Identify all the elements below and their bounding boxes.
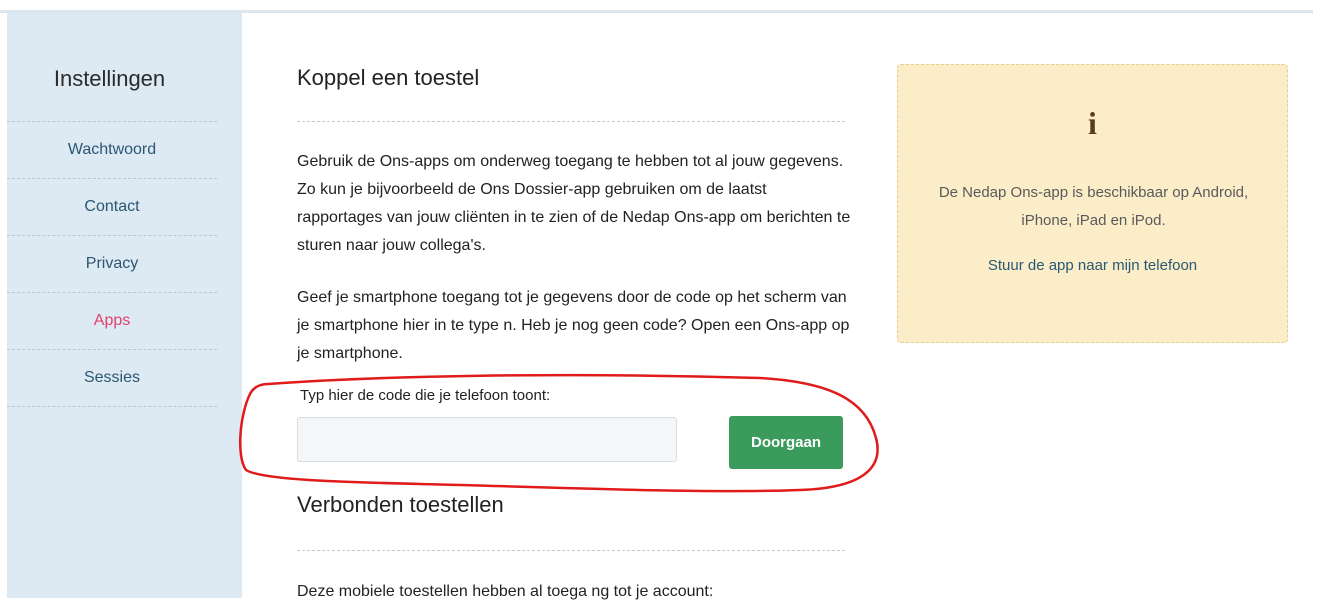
sidebar-item-contact[interactable]: Contact [7, 179, 217, 236]
sidebar-item-sessies[interactable]: Sessies [7, 350, 217, 407]
sidebar-item-privacy[interactable]: Privacy [7, 236, 217, 293]
info-box: i De Nedap Ons-app is beschikbaar op And… [897, 64, 1288, 343]
code-input[interactable] [297, 417, 677, 462]
instructions-paragraph: Geef je smartphone toegang tot je gegeve… [297, 289, 850, 362]
info-text: De Nedap Ons-app is beschikbaar op Andro… [938, 184, 1249, 229]
code-label: Typ hier de code die je telefoon toont: [300, 387, 551, 404]
info-icon: i [1088, 105, 1097, 141]
intro-paragraph: Gebruik de Ons-apps om onderweg toegang … [297, 153, 851, 254]
sidebar-item-wachtwoord[interactable]: Wachtwoord [7, 122, 217, 179]
sidebar-title: Instellingen [53, 66, 166, 91]
divider [297, 550, 845, 551]
sidebar-nav: Wachtwoord Contact Privacy Apps Sessies [7, 121, 217, 407]
send-app-link[interactable]: Stuur de app naar mijn telefoon [898, 257, 1287, 274]
koppel-title: Koppel een toestel [297, 65, 480, 90]
doorgaan-button[interactable]: Doorgaan [729, 416, 843, 469]
settings-sidebar: Instellingen Wachtwoord Contact Privacy … [7, 13, 242, 598]
verbonden-title: Verbonden toestellen [297, 492, 504, 517]
connected-devices-paragraph: Deze mobiele toestellen hebben al toega … [297, 583, 714, 600]
sidebar-item-apps[interactable]: Apps [7, 293, 217, 350]
divider [297, 121, 845, 122]
